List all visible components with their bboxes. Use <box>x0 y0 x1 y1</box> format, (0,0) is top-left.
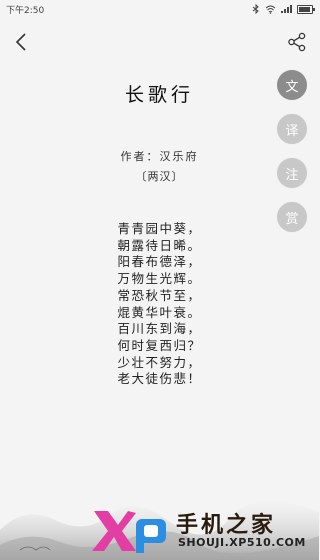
battery-icon <box>297 4 315 14</box>
watermark-text: 手机之家 <box>176 513 277 538</box>
signal-icon <box>281 5 292 13</box>
xp-logo <box>92 511 166 553</box>
poem-line: 常恐秋节至， <box>117 287 202 303</box>
poem-body: 青青园中葵， 朝露待日晞。 阳春布德泽， 万物生光辉。 常恐秋节至， 焜黄华叶衰… <box>0 221 319 388</box>
share-icon[interactable] <box>287 32 307 52</box>
poem-dynasty: 〔两汉〕 <box>135 170 184 183</box>
poem-title: 长歌行 <box>124 84 194 106</box>
toolbar <box>0 22 319 62</box>
poem-line: 老大徒伤悲！ <box>117 371 202 387</box>
poem-line: 万物生光辉。 <box>117 271 202 287</box>
poem-line: 焜黄华叶衰。 <box>117 304 202 320</box>
bluetooth-icon <box>252 4 259 14</box>
watermark-url: SHOUJI.XP510.COM <box>178 536 306 549</box>
tool-text-button[interactable]: 文 <box>277 70 307 100</box>
poem-line: 少壮不努力， <box>117 354 202 370</box>
tool-annotation-button[interactable]: 注 <box>277 158 307 188</box>
poem-line: 何时复西归？ <box>117 337 202 353</box>
tool-translate-button[interactable]: 译 <box>277 114 307 144</box>
poem-line: 阳春布德泽， <box>117 254 202 270</box>
wifi-icon <box>265 5 276 14</box>
tool-appreciation-button[interactable]: 赏 <box>277 202 307 232</box>
status-time: 下午2:50 <box>6 5 45 16</box>
side-tools: 文 译 注 赏 <box>277 70 307 246</box>
poem-line: 百川东到海， <box>117 321 202 337</box>
poem-line: 青青园中葵， <box>117 221 202 236</box>
poem-line: 朝露待日晞。 <box>117 237 202 253</box>
watermark: 手机之家 SHOUJI.XP510.COM <box>92 505 317 555</box>
status-bar: 下午2:50 <box>0 0 319 18</box>
poem-author: 作者：汉乐府 <box>120 150 199 163</box>
back-icon[interactable] <box>12 32 32 52</box>
